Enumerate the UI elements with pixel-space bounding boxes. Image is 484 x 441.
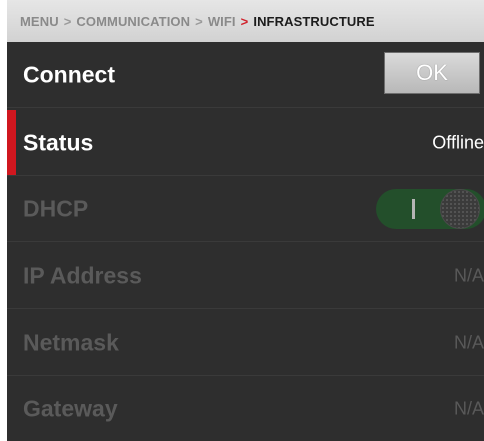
status-label: Status <box>23 129 94 155</box>
connect-row[interactable]: Connect OK <box>7 42 484 108</box>
breadcrumb-separator: > <box>195 13 203 29</box>
breadcrumb-communication[interactable]: COMMUNICATION <box>76 14 190 29</box>
breadcrumb: MENU > COMMUNICATION > WIFI > INFRASTRUC… <box>7 0 484 42</box>
breadcrumb-menu[interactable]: MENU <box>20 14 59 29</box>
ip-address-label: IP Address <box>23 262 142 288</box>
breadcrumb-current: INFRASTRUCTURE <box>253 13 375 29</box>
breadcrumb-separator: > <box>63 13 72 29</box>
selected-row-indicator <box>7 110 16 175</box>
gateway-row[interactable]: Gateway N/A <box>7 376 484 441</box>
dhcp-label: DHCP <box>23 195 89 221</box>
netmask-value: N/A <box>453 332 484 352</box>
dhcp-toggle[interactable] <box>376 189 484 229</box>
wifi-infrastructure-screen: MENU > COMMUNICATION > WIFI > INFRASTRUC… <box>7 0 484 441</box>
breadcrumb-separator-active: > <box>240 13 249 29</box>
toggle-on-indicator <box>412 199 415 219</box>
ip-address-value: N/A <box>453 265 484 285</box>
status-row[interactable]: Status Offline <box>7 110 484 176</box>
netmask-label: Netmask <box>23 329 119 355</box>
gateway-label: Gateway <box>23 395 118 422</box>
connect-label: Connect <box>23 61 115 87</box>
ok-button-label: OK <box>416 60 448 85</box>
ip-address-row[interactable]: IP Address N/A <box>7 243 484 309</box>
gateway-value: N/A <box>453 398 484 419</box>
status-value: Offline <box>432 132 484 152</box>
toggle-knob[interactable] <box>440 189 480 229</box>
netmask-row[interactable]: Netmask N/A <box>7 310 484 376</box>
ok-button[interactable]: OK <box>384 52 480 94</box>
dhcp-row[interactable]: DHCP <box>7 176 484 242</box>
breadcrumb-wifi[interactable]: WIFI <box>208 14 236 29</box>
